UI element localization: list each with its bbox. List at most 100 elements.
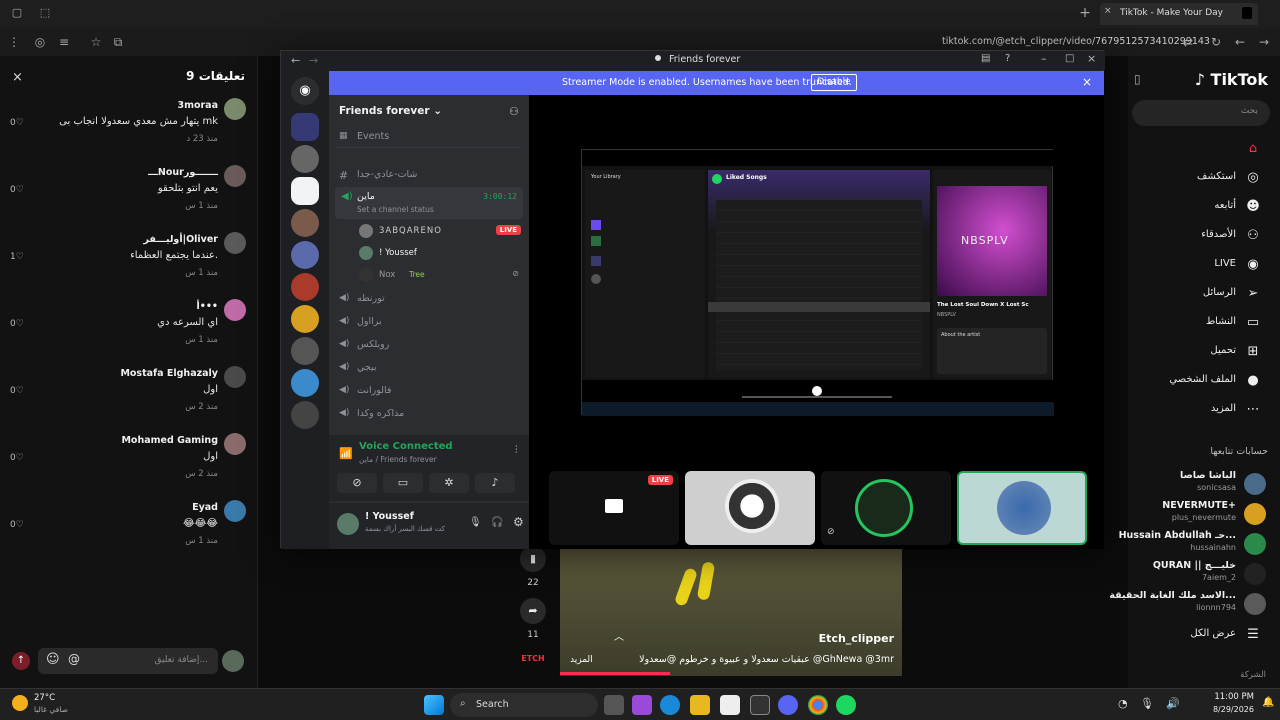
close-window-button[interactable]: ×	[1087, 52, 1096, 65]
share-button[interactable]: ➦	[520, 598, 546, 624]
forward-arrow-icon[interactable]: →	[1256, 34, 1272, 50]
server-icon[interactable]	[291, 337, 319, 365]
sidebar-toggle-icon[interactable]: ▯	[1134, 72, 1141, 86]
comment-like-button[interactable]: 1♡	[10, 252, 24, 262]
comment-author[interactable]: ـــNourـــــــور	[148, 167, 218, 178]
server-icon[interactable]	[291, 401, 319, 429]
discord-taskbar-icon[interactable]	[778, 695, 798, 715]
edge-icon[interactable]	[660, 695, 680, 715]
comment-input[interactable]: ☺ @ إضافة تعليق...	[38, 648, 218, 674]
microphone-icon[interactable]: 🎙	[1140, 697, 1154, 710]
chevron-up-icon[interactable]: ︿	[614, 628, 626, 643]
minimize-button[interactable]: –	[1041, 52, 1047, 65]
camera-off-button[interactable]: ⊘	[337, 473, 377, 493]
comment-like-button[interactable]: 0♡	[10, 319, 24, 329]
taskbar-search[interactable]: ⌕ Search	[450, 693, 598, 717]
server-icon[interactable]	[291, 273, 319, 301]
nav-home[interactable]: ⌂	[1128, 138, 1270, 160]
search-input[interactable]: بحث	[1132, 100, 1270, 126]
file-explorer-icon[interactable]	[690, 695, 710, 715]
text-channel[interactable]: شات-عادي-جدا	[357, 169, 417, 180]
caption-more-link[interactable]: المزيد	[570, 655, 593, 665]
server-icon[interactable]	[291, 113, 319, 141]
clock-time[interactable]: 11:00 PM	[1204, 692, 1254, 702]
reading-list-icon[interactable]: ≡	[56, 34, 72, 50]
following-account[interactable]: الباشا صاصا sonicsasa	[1128, 470, 1270, 498]
participant-tile[interactable]: ⊘	[821, 471, 951, 545]
avatar[interactable]	[224, 500, 246, 522]
close-banner-icon[interactable]: ×	[1082, 75, 1092, 89]
video-player[interactable]: ︿ Etch_clipper عبقيات سعدولا و عبيوة و خ…	[560, 548, 902, 676]
voice-channel[interactable]: روبلكس	[357, 339, 389, 350]
nav-friends[interactable]: الأصدقاء ⚇	[1128, 225, 1270, 247]
app-icon[interactable]	[632, 695, 652, 715]
new-tab-button[interactable]: +	[1078, 6, 1092, 20]
nav-messages[interactable]: الرسائل ➢	[1128, 283, 1270, 305]
participant-tile-self[interactable]	[957, 471, 1087, 545]
comment-author[interactable]: Eyad	[192, 502, 218, 513]
tab-close-icon[interactable]: ×	[1104, 6, 1112, 16]
spotify-stream[interactable]: Your Library Liked Songs NBSPLV The Lost…	[581, 149, 1054, 416]
store-icon[interactable]	[720, 695, 740, 715]
voice-channel[interactable]: فالورانت	[357, 385, 391, 396]
headphones-icon[interactable]: 🎧	[491, 517, 503, 528]
server-icon[interactable]	[291, 209, 319, 237]
comment-author[interactable]: أوليـــفر|Oliver	[144, 234, 219, 245]
weather-icon[interactable]	[12, 695, 28, 711]
emoji-icon[interactable]: ☺	[46, 652, 60, 667]
following-account[interactable]: QURAN || خليـــج 7aiem_2	[1128, 560, 1270, 588]
menu-dots-icon[interactable]: ⋮	[6, 34, 22, 50]
collections-icon[interactable]: ⧉	[110, 34, 126, 50]
avatar[interactable]	[224, 433, 246, 455]
nav-explore[interactable]: استكشف ◎	[1128, 167, 1270, 189]
window-menu-icon[interactable]: ▢	[10, 6, 24, 20]
comment-author[interactable]: Mohamed Gaming	[121, 435, 218, 446]
user-avatar[interactable]	[337, 513, 359, 535]
add-friend-icon[interactable]: ⚇	[509, 105, 519, 118]
settings-gear-icon[interactable]: ⚙	[513, 515, 524, 529]
voice-channel[interactable]: بيجي	[357, 362, 377, 373]
noise-suppression-icon[interactable]: ⫶	[515, 445, 518, 456]
server-icon[interactable]	[291, 145, 319, 173]
following-account[interactable]: الاسد ملك الغابة الحقيقة... lionnn794	[1109, 590, 1270, 618]
comment-like-button[interactable]: 0♡	[10, 453, 24, 463]
voice-member[interactable]: Nox Tree ⊘	[357, 267, 523, 285]
soundboard-button[interactable]: ♪	[475, 473, 515, 493]
company-link[interactable]: الشركة	[1240, 670, 1266, 680]
url-field[interactable]: tiktok.com/@etch_clipper/video/767951257…	[942, 36, 1210, 47]
nav-following[interactable]: أتابعه ☻	[1128, 196, 1270, 218]
voice-connected-label[interactable]: Voice Connected	[359, 441, 453, 452]
maximize-button[interactable]: □	[1065, 53, 1074, 64]
back-arrow-icon[interactable]: ←	[291, 54, 300, 67]
bookmark-button[interactable]: ▮	[520, 546, 546, 572]
avatar[interactable]	[224, 299, 246, 321]
nav-profile[interactable]: الملف الشخصي ●	[1128, 370, 1270, 392]
help-icon[interactable]: ?	[1005, 53, 1010, 64]
clock-date[interactable]: 8/29/2026	[1200, 705, 1254, 714]
browser-tab-tiktok[interactable]: × TikTok - Make Your Day	[1100, 3, 1258, 25]
server-icon[interactable]	[291, 369, 319, 397]
avatar[interactable]	[224, 232, 246, 254]
comment-author[interactable]: Mostafa Elghazaly	[120, 368, 218, 379]
video-username[interactable]: Etch_clipper	[819, 632, 894, 645]
see-all-link[interactable]: عرض الكل ☰	[1128, 624, 1270, 646]
voice-member[interactable]: 3ABQARENO LIVE	[357, 223, 523, 241]
tiktok-logo[interactable]: ♪ TikTok	[1195, 70, 1268, 89]
spotify-icon[interactable]	[836, 695, 856, 715]
activities-button[interactable]: ✲	[429, 473, 469, 493]
avatar[interactable]	[224, 165, 246, 187]
participant-tile-stream[interactable]: LIVE	[549, 471, 679, 545]
creator-avatar[interactable]: ETCH	[520, 654, 546, 668]
mention-icon[interactable]: @	[68, 652, 80, 666]
participant-tile[interactable]	[685, 471, 815, 545]
volume-icon[interactable]: 🔊	[1166, 697, 1180, 710]
voice-member[interactable]: ! Youssef	[357, 245, 523, 263]
reload-icon[interactable]: ↻	[1208, 34, 1224, 50]
avatar[interactable]	[224, 366, 246, 388]
comment-like-button[interactable]: 0♡	[10, 386, 24, 396]
video-progress[interactable]	[560, 672, 670, 675]
tab-actions-icon[interactable]: ⬚	[38, 6, 52, 20]
voice-channel[interactable]: تورنطه	[357, 293, 385, 304]
comment-like-button[interactable]: 0♡	[10, 185, 24, 195]
channel-status[interactable]: Set a channel status	[357, 205, 434, 214]
